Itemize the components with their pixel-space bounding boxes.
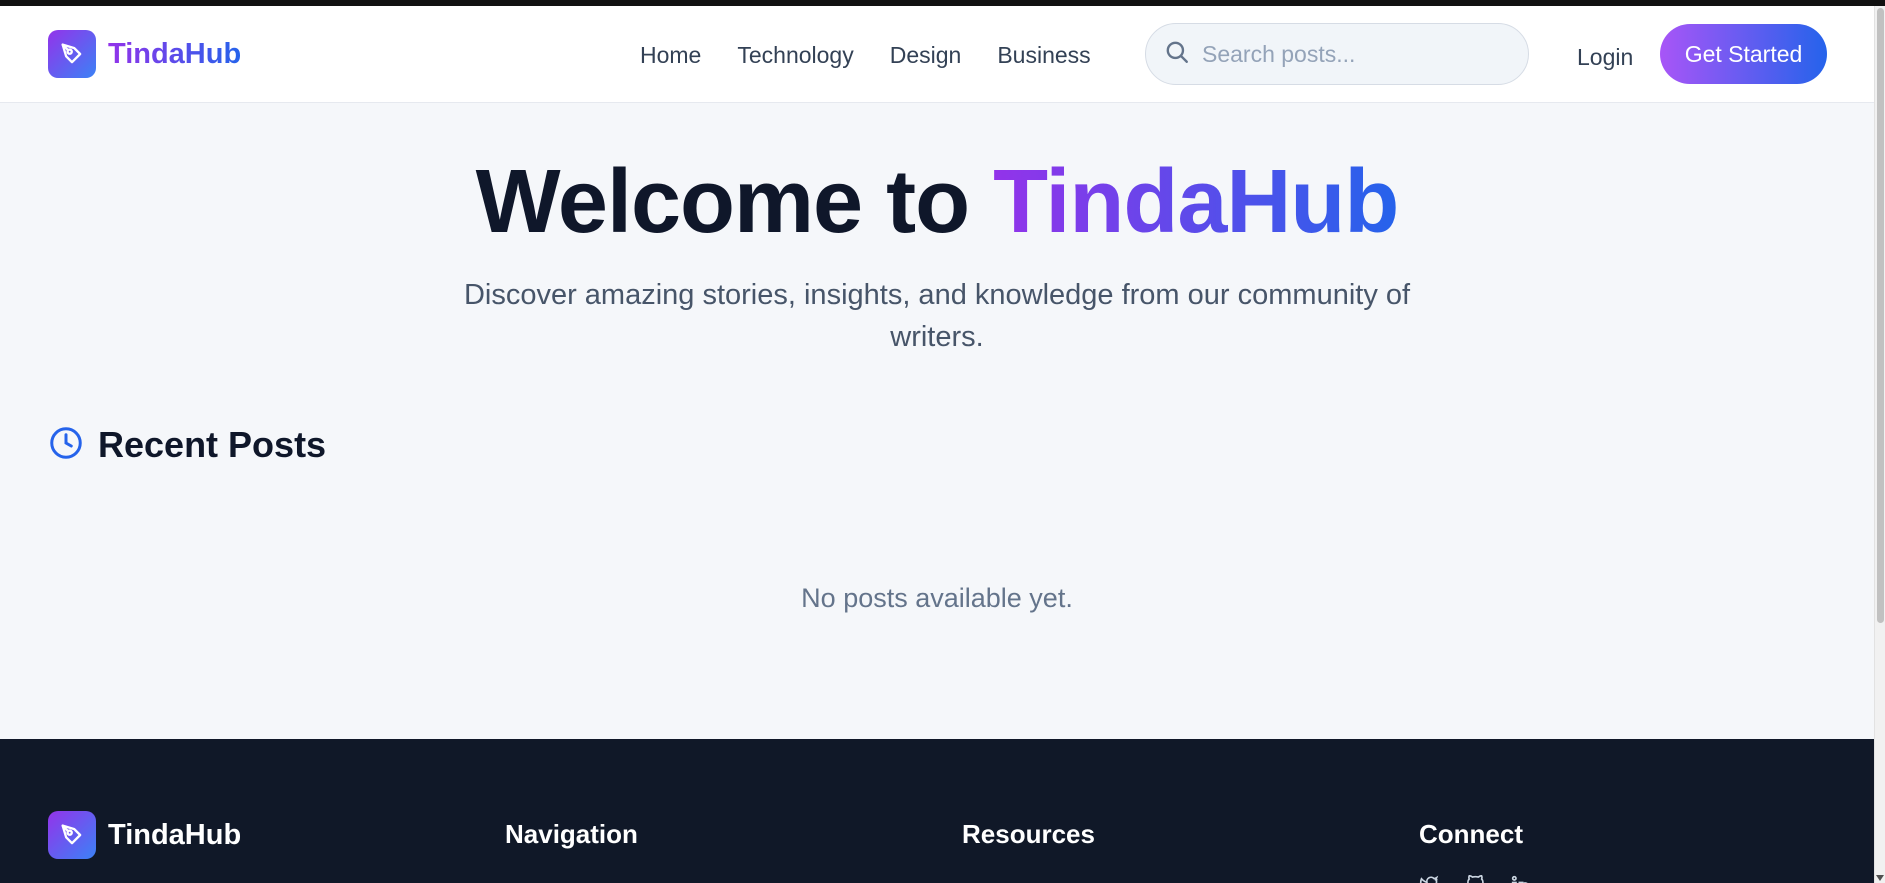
empty-posts-message: No posts available yet.	[801, 583, 1073, 613]
clock-icon	[48, 425, 84, 466]
hero-subtitle: Discover amazing stories, insights, and …	[463, 279, 1411, 353]
nav-technology[interactable]: Technology	[737, 42, 853, 69]
hero-title: Welcome to TindaHub	[0, 150, 1874, 254]
recent-posts-title: Recent Posts	[98, 424, 327, 465]
nav-design[interactable]: Design	[890, 42, 962, 69]
social-links	[1419, 874, 1531, 883]
site-footer: TindaHub Navigation Resources Connect	[0, 739, 1874, 883]
nav-business[interactable]: Business	[997, 42, 1090, 69]
brand-logo-link[interactable]: TindaHub	[48, 30, 241, 78]
footer-heading-connect: Connect	[1419, 819, 1523, 849]
footer-brand-name: TindaHub	[108, 818, 242, 851]
nav-home[interactable]: Home	[640, 42, 701, 69]
vertical-scrollbar[interactable]	[1874, 6, 1885, 883]
hero-section: Welcome to TindaHub Discover amazing sto…	[0, 150, 1874, 358]
pen-tool-icon	[48, 811, 96, 859]
github-icon[interactable]	[1465, 874, 1485, 883]
pen-tool-icon	[48, 30, 96, 78]
search-input[interactable]	[1202, 40, 1502, 68]
scrollbar-thumb[interactable]	[1877, 8, 1884, 623]
search-box	[1145, 23, 1529, 85]
recent-posts-heading: Recent Posts	[48, 424, 326, 466]
scroll-down-arrow-icon[interactable]	[1876, 875, 1884, 881]
main-nav: Home Technology Design Business	[640, 42, 1091, 69]
site-header: TindaHub Home Technology Design Business…	[0, 6, 1874, 103]
footer-heading-resources: Resources	[962, 819, 1095, 849]
login-link[interactable]: Login	[1577, 44, 1633, 71]
hero-title-highlight: TindaHub	[993, 152, 1399, 252]
footer-heading-navigation: Navigation	[505, 819, 638, 849]
footer-brand-link[interactable]: TindaHub	[48, 811, 241, 859]
search-icon	[1164, 39, 1190, 70]
brand-name: TindaHub	[108, 37, 242, 70]
twitter-icon[interactable]	[1419, 875, 1439, 883]
get-started-button[interactable]: Get Started	[1660, 24, 1827, 84]
linkedin-icon[interactable]	[1511, 875, 1531, 883]
hero-title-prefix: Welcome to	[475, 152, 970, 252]
